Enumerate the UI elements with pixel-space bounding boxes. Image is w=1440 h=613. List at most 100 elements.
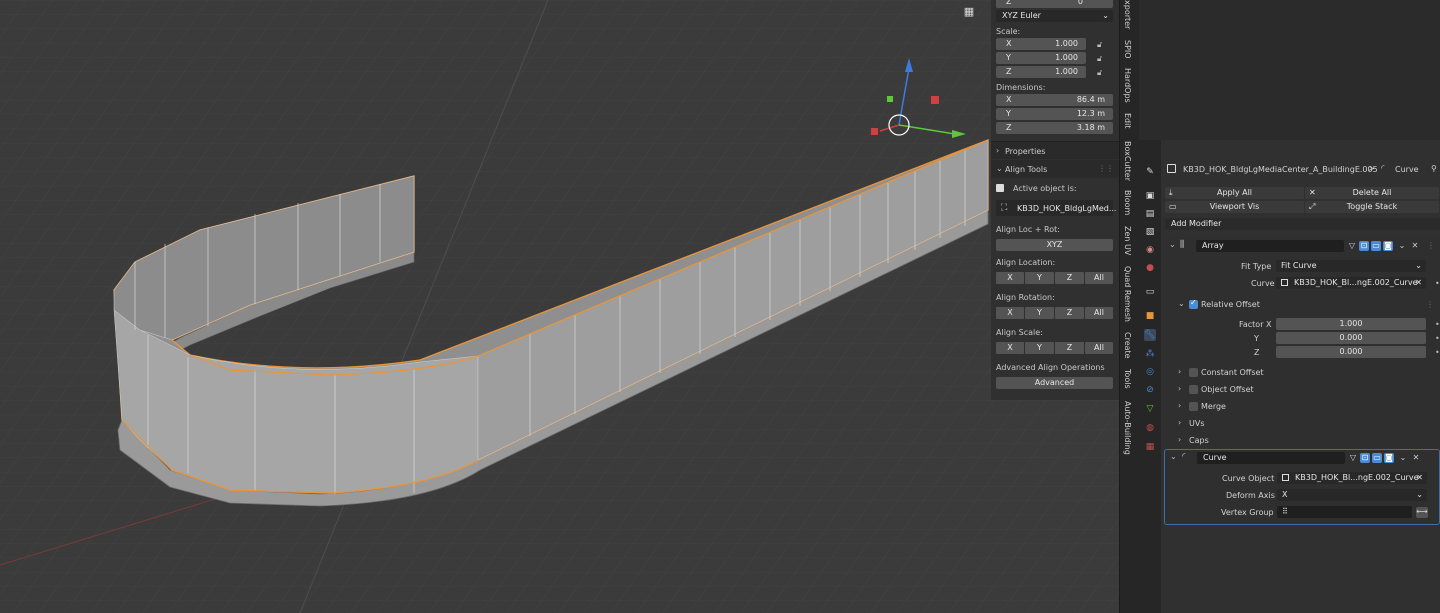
rotation-mode-dropdown[interactable]: XYZ Euler ⌄	[996, 10, 1113, 22]
align-rotation-all-button[interactable]: All	[1085, 307, 1113, 319]
constraints-icon[interactable]: ⊘	[1144, 384, 1156, 396]
tab-auto-building[interactable]: Auto-Building	[1123, 401, 1132, 455]
curve-object-field[interactable]: KB3D_HOK_Bl...ngE.002_Curve ✕	[1277, 472, 1427, 484]
drag-handle-icon[interactable]: ⋮	[1426, 300, 1434, 309]
lock-icon[interactable]: 🔓︎	[1097, 68, 1107, 77]
align-location-z-button[interactable]: Z	[1055, 272, 1084, 284]
view-layer-icon[interactable]: ▧	[1144, 226, 1156, 238]
chevron-right-icon[interactable]: ›	[1178, 367, 1181, 376]
close-icon[interactable]: ✕	[1410, 241, 1420, 251]
chevron-down-icon[interactable]: ⌄	[1397, 241, 1407, 251]
tab-boxcutter[interactable]: BoxCutter	[1123, 141, 1132, 181]
show-edit-icon[interactable]: ⊡	[1359, 241, 1369, 251]
show-viewport-icon[interactable]: ▭	[1371, 241, 1381, 251]
dimension-x-field[interactable]: X 86.4 m	[996, 94, 1113, 106]
tab-edit[interactable]: Edit	[1123, 113, 1132, 129]
toggle-stack-button[interactable]: ⤢ Toggle Stack	[1305, 201, 1439, 213]
animate-dot-icon[interactable]: •	[1435, 279, 1440, 288]
viewport-canvas[interactable]	[0, 0, 1125, 613]
close-icon[interactable]: ✕	[1411, 453, 1421, 463]
align-rotation-x-button[interactable]: X	[996, 307, 1024, 319]
align-location-y-button[interactable]: Y	[1025, 272, 1054, 284]
viewport-vis-button[interactable]: ▭ Viewport Vis	[1165, 201, 1304, 213]
drag-handle-icon[interactable]: ⋮⋮	[1098, 164, 1114, 173]
tab-bloom[interactable]: Bloom	[1123, 190, 1132, 215]
scene-icon[interactable]: ◉	[1144, 244, 1156, 256]
apply-all-button[interactable]: ⤓ Apply All	[1165, 187, 1304, 199]
object-icon[interactable]: ■	[1144, 310, 1156, 322]
physics-icon[interactable]: ◎	[1144, 366, 1156, 378]
deform-axis-dropdown[interactable]: X ⌄	[1277, 489, 1427, 501]
factor-z-field[interactable]: 0.000	[1276, 346, 1426, 358]
align-rotation-y-button[interactable]: Y	[1025, 307, 1054, 319]
align-location-x-button[interactable]: X	[996, 272, 1024, 284]
chevron-right-icon[interactable]: ›	[1178, 401, 1181, 410]
tab-hardops[interactable]: HardOps	[1123, 68, 1132, 103]
chevron-right-icon[interactable]: ›	[1178, 435, 1181, 444]
edit-mode-icon[interactable]: ▽	[1347, 241, 1357, 251]
scale-x-field[interactable]: X 1.000	[996, 38, 1086, 50]
lock-icon[interactable]: 🔓︎	[1097, 40, 1107, 49]
vertex-group-field[interactable]: ⠿	[1277, 506, 1412, 518]
tool-icon[interactable]: ✎	[1144, 166, 1156, 178]
chevron-down-icon[interactable]: ⌄	[1178, 299, 1185, 308]
factor-y-field[interactable]: 0.000	[1276, 332, 1426, 344]
fit-type-dropdown[interactable]: Fit Curve ⌄	[1276, 260, 1426, 272]
close-icon[interactable]: ✕	[1415, 277, 1422, 289]
show-render-icon[interactable]: ◙	[1383, 241, 1393, 251]
output-icon[interactable]: ▤	[1144, 208, 1156, 220]
align-location-all-button[interactable]: All	[1085, 272, 1113, 284]
show-viewport-icon[interactable]: ▭	[1372, 453, 1382, 463]
align-tools-panel-header[interactable]: ⌄ Align Tools ⋮⋮	[991, 160, 1119, 178]
show-render-icon[interactable]: ◙	[1384, 453, 1394, 463]
outliner-area[interactable]	[1139, 0, 1440, 140]
animate-dot-icon[interactable]: •	[1435, 334, 1440, 343]
align-rotation-z-button[interactable]: Z	[1055, 307, 1084, 319]
tab-zen-uv[interactable]: Zen UV	[1123, 226, 1132, 255]
factor-x-field[interactable]: 1.000	[1276, 318, 1426, 330]
align-scale-z-button[interactable]: Z	[1055, 342, 1084, 354]
location-z-field[interactable]: Z 0	[996, 0, 1113, 8]
active-object-field[interactable]: ⛶ KB3D_HOK_BldgLgMed...	[996, 200, 1116, 216]
scale-y-field[interactable]: Y 1.000	[996, 52, 1086, 64]
chevron-down-icon[interactable]: ⌄	[1170, 452, 1177, 461]
lock-icon[interactable]: 🔓︎	[1097, 54, 1107, 63]
render-icon[interactable]: ▣	[1144, 190, 1156, 202]
constant-offset-checkbox[interactable]	[1189, 368, 1198, 377]
align-scale-x-button[interactable]: X	[996, 342, 1024, 354]
3d-viewport[interactable]: ▦	[0, 0, 1125, 613]
grid-toggle-icon[interactable]: ▦	[962, 5, 976, 18]
invert-toggle-icon[interactable]: ⟷	[1416, 507, 1428, 518]
modifier-wrench-icon[interactable]: 🔧︎	[1144, 329, 1156, 341]
show-edit-icon[interactable]: ⊡	[1360, 453, 1370, 463]
chevron-right-icon[interactable]: ›	[1178, 384, 1181, 393]
tab-create[interactable]: Create	[1123, 332, 1132, 359]
animate-dot-icon[interactable]: •	[1435, 320, 1440, 329]
chevron-right-icon[interactable]: ›	[1178, 418, 1181, 427]
curve-object-field[interactable]: KB3D_HOK_Bl...ngE.002_Curve ✕	[1276, 277, 1426, 289]
pin-icon[interactable]: ⚲	[1431, 164, 1437, 173]
align-scale-y-button[interactable]: Y	[1025, 342, 1054, 354]
chevron-down-icon[interactable]: ⌄	[1169, 240, 1176, 249]
merge-checkbox[interactable]	[1189, 402, 1198, 411]
array-modifier-name-input[interactable]: Array	[1196, 240, 1344, 252]
chevron-down-icon[interactable]: ⌄	[1398, 453, 1408, 463]
tab-quad-remesh[interactable]: Quad Remesh	[1123, 266, 1132, 322]
curve-modifier-name-input[interactable]: Curve	[1197, 452, 1345, 464]
tab-xporter[interactable]: xporter	[1123, 0, 1132, 29]
delete-all-button[interactable]: ✕ Delete All	[1305, 187, 1439, 199]
uvs-label[interactable]: UVs	[1189, 419, 1205, 428]
particles-icon[interactable]: ⁂	[1144, 348, 1156, 360]
material-icon[interactable]: ◍	[1144, 422, 1156, 434]
tab-spio[interactable]: SPIO	[1123, 40, 1132, 59]
object-offset-checkbox[interactable]	[1189, 385, 1198, 394]
scale-z-field[interactable]: Z 1.000	[996, 66, 1086, 78]
drag-handle-icon[interactable]: ⋮	[1426, 241, 1436, 251]
collection-icon[interactable]: ▭	[1144, 286, 1156, 298]
dimension-y-field[interactable]: Y 12.3 m	[996, 108, 1113, 120]
align-xyz-button[interactable]: XYZ	[996, 239, 1113, 251]
align-scale-all-button[interactable]: All	[1085, 342, 1113, 354]
add-modifier-dropdown[interactable]: Add Modifier	[1165, 218, 1440, 230]
properties-panel-header[interactable]: › Properties	[991, 141, 1119, 159]
caps-label[interactable]: Caps	[1189, 436, 1209, 445]
